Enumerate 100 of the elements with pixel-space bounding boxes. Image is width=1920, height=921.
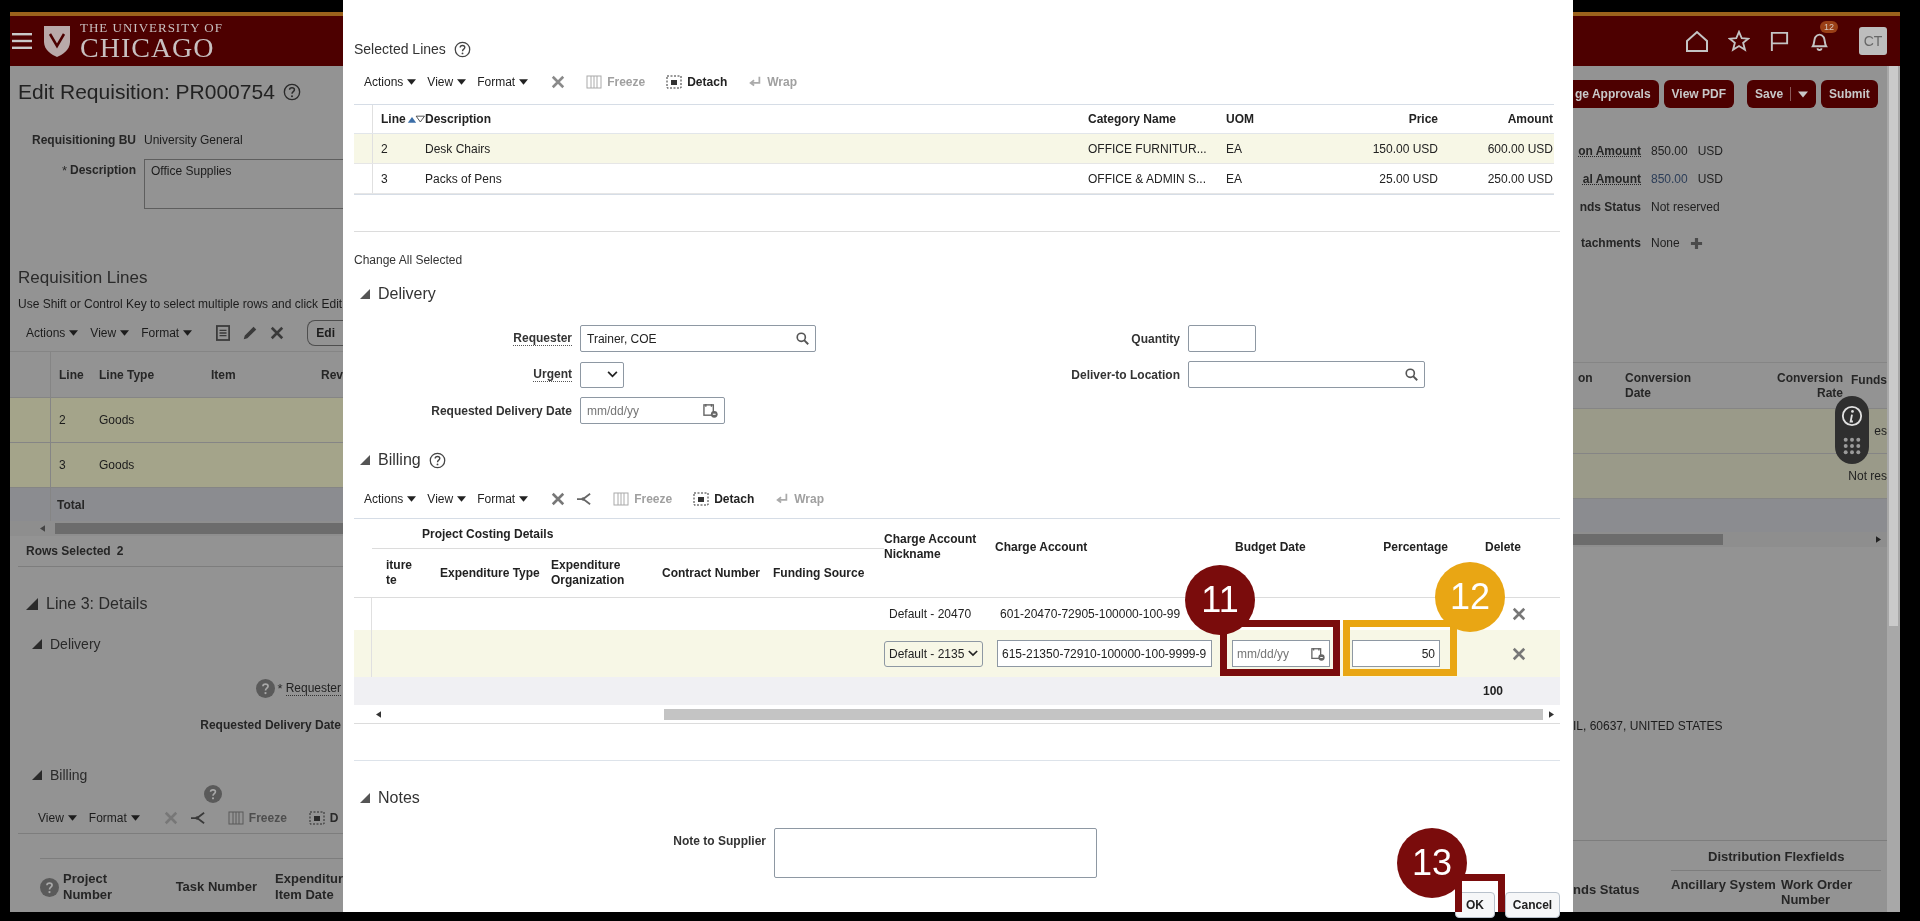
table-row[interactable]: 3 Goods <box>10 443 343 488</box>
star-icon[interactable] <box>1728 30 1750 52</box>
search-icon[interactable] <box>1405 368 1418 381</box>
toolbar-button[interactable]: Detach <box>693 492 755 506</box>
caret-icon <box>130 815 140 821</box>
description-field[interactable]: Office Supplies <box>144 159 343 209</box>
budget-date-field[interactable]: mm/dd/yy <box>1232 640 1330 667</box>
table-cell-text: 3 <box>58 458 67 472</box>
menu-button[interactable]: View <box>427 75 467 89</box>
menu-button[interactable]: Format <box>477 75 529 89</box>
menu-button[interactable]: Actions <box>364 492 417 506</box>
scrollbar[interactable] <box>1887 66 1900 912</box>
info-icon[interactable] <box>1841 405 1863 427</box>
disclosure-triangle-icon[interactable] <box>32 770 42 780</box>
menu-button[interactable]: View <box>90 326 130 340</box>
dropdown-field[interactable] <box>580 361 624 388</box>
help-icon[interactable] <box>453 40 471 58</box>
table-cell: es <box>1874 424 1887 438</box>
field-label: tachments <box>1579 236 1641 250</box>
action-button[interactable]: Submit <box>1821 80 1878 108</box>
apps-grid-icon[interactable] <box>1843 437 1861 455</box>
menu-button[interactable]: View <box>427 492 467 506</box>
split-icon[interactable] <box>189 811 206 825</box>
calendar-icon[interactable] <box>1311 646 1325 661</box>
quantity-field[interactable] <box>1188 325 1256 352</box>
column-header: Conversion Rate <box>1776 370 1843 401</box>
search-field[interactable] <box>1188 361 1425 388</box>
table-row[interactable]: 2 Desk Chairs OFFICE FURNITUR... EA 150.00 USD 600.00 USD <box>354 134 1554 164</box>
step-number-badge: 12 <box>1435 562 1505 632</box>
caret-icon[interactable] <box>1798 90 1809 98</box>
required-mark: * <box>277 680 283 696</box>
menu-button[interactable]: Actions <box>26 326 79 340</box>
toolbar-button[interactable]: Detach <box>666 75 728 89</box>
field-label: Requested Delivery Date <box>431 403 572 418</box>
field-label: al Amount <box>1581 172 1641 186</box>
help-icon[interactable] <box>428 451 446 469</box>
placeholder-text: mm/dd/yy <box>1237 646 1289 661</box>
clipped-toolbar-button[interactable]: D <box>308 811 339 825</box>
scroll-left-arrow-icon[interactable] <box>376 710 381 718</box>
home-icon[interactable] <box>1685 30 1709 52</box>
field-label: Quantity <box>1131 331 1180 346</box>
column-header: Project Number <box>63 871 114 903</box>
delete-icon[interactable] <box>1512 646 1526 661</box>
column-header: Expenditur Item Date <box>275 871 343 903</box>
delete-icon[interactable] <box>270 326 285 340</box>
disclosure-triangle-icon[interactable] <box>360 793 370 803</box>
freeze-columns-icon <box>227 811 244 825</box>
cancel-button[interactable]: Cancel <box>1505 892 1560 918</box>
delete-icon[interactable] <box>1512 607 1526 621</box>
search-icon[interactable] <box>796 332 809 345</box>
nickname-dropdown[interactable]: Default - 2135 <box>884 640 984 667</box>
menu-button[interactable]: Format <box>141 326 193 340</box>
list-icon[interactable] <box>216 325 231 341</box>
menu-button[interactable]: View <box>38 811 77 825</box>
scrollbar[interactable] <box>10 521 343 536</box>
table-row[interactable]: Not res <box>1573 454 1887 499</box>
field-value: 850.00 <box>1651 144 1688 158</box>
disclosure-triangle-icon[interactable] <box>32 639 42 649</box>
column-header: Expenditure Type <box>440 565 541 581</box>
split-icon[interactable] <box>576 492 593 506</box>
field-value: 850.00 <box>1651 172 1688 186</box>
caret-icon <box>457 79 467 85</box>
detach-icon <box>308 811 325 825</box>
action-button[interactable]: View PDF <box>1663 80 1735 108</box>
menu-icon[interactable] <box>12 33 32 49</box>
wrap-arrow-icon <box>775 492 790 506</box>
help-icon[interactable] <box>282 83 301 101</box>
scrollbar[interactable] <box>1573 532 1887 547</box>
step-number-badge: 11 <box>1185 565 1255 635</box>
action-button[interactable]: ge Approvals <box>1573 80 1659 108</box>
column-group-header: Project Costing Details <box>372 519 884 549</box>
disclosure-triangle-icon[interactable] <box>26 598 38 610</box>
menu-button[interactable]: Actions <box>364 75 417 89</box>
table-row[interactable]: 2 Goods <box>10 398 343 443</box>
calendar-icon[interactable] <box>703 403 718 418</box>
note-to-supplier-field[interactable] <box>774 828 1097 878</box>
field-label: Description <box>70 163 136 178</box>
scroll-right-arrow-icon[interactable] <box>1549 710 1554 718</box>
percentage-field[interactable]: 50 <box>1352 640 1440 667</box>
disclosure-triangle-icon[interactable] <box>360 289 370 299</box>
disclosure-triangle-icon[interactable] <box>360 455 370 465</box>
field-label: Requested Delivery Date <box>200 718 341 732</box>
menu-button[interactable]: Format <box>477 492 529 506</box>
pencil-icon[interactable] <box>242 325 259 341</box>
menu-button[interactable]: Format <box>88 811 140 825</box>
percentage-total: 100 <box>1481 684 1503 698</box>
charge-account-field[interactable]: 615-21350-72910-100000-100-9999-9 <box>997 640 1212 667</box>
table-row[interactable]: 3 Packs of Pens OFFICE & ADMIN S... EA 25.00 USD 250.00 USD <box>354 164 1554 194</box>
column-header: Description <box>425 112 492 126</box>
add-icon[interactable] <box>1689 236 1703 250</box>
table-cell-text: 150.00 USD <box>1371 141 1438 156</box>
column-header: UOM <box>1226 112 1255 126</box>
search-field[interactable]: Trainer, COE <box>580 325 816 352</box>
delete-icon[interactable] <box>551 75 566 89</box>
delete-icon[interactable] <box>551 492 566 506</box>
save-split-button[interactable]: Save <box>1747 80 1817 108</box>
flag-icon[interactable] <box>1769 30 1790 52</box>
table-row[interactable]: Default - 2135 615-21350-72910-100000-100-9999-9 mm/dd/yy 50 <box>354 630 1560 677</box>
sort-icon[interactable] <box>406 114 425 124</box>
date-field[interactable]: mm/dd/yy <box>580 397 725 424</box>
